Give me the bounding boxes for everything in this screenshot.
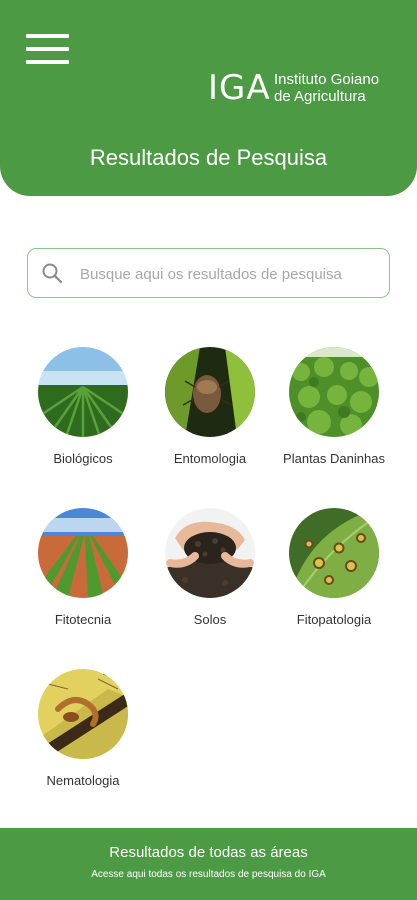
category-nematologia[interactable]: Nematologia — [23, 669, 143, 789]
logo-line-1: Instituto Goiano — [274, 71, 380, 88]
insect-icon — [165, 347, 255, 437]
weeds-icon — [289, 347, 379, 437]
category-label: Biológicos — [53, 451, 113, 466]
category-fitopatologia[interactable]: Fitopatologia — [274, 508, 394, 628]
crop-rows-icon — [38, 508, 128, 598]
category-entomologia[interactable]: Entomologia — [150, 347, 270, 467]
category-label: Solos — [193, 612, 227, 627]
search-input[interactable] — [78, 259, 382, 289]
menu-bar-middle — [26, 47, 69, 51]
app-header: IGA Instituto Goiano de Agricultura Resu… — [0, 0, 417, 196]
category-fitotecnia[interactable]: Fitotecnia — [23, 508, 143, 628]
page-title: Resultados de Pesquisa — [89, 145, 328, 170]
logo-text: Instituto Goiano de Agricultura — [274, 71, 379, 105]
category-plantas-daninhas[interactable]: Plantas Daninhas — [274, 347, 394, 467]
category-label: Fitotecnia — [54, 612, 112, 627]
iga-logo: IGA Instituto Goiano de Agricultura — [208, 71, 398, 107]
soil-icon — [165, 508, 255, 598]
all-areas-button[interactable]: Resultados de todas as áreas Acesse aqui… — [0, 828, 417, 900]
logo-mark: IGA — [208, 68, 271, 108]
category-label: Entomologia — [173, 451, 247, 466]
footer-title: Resultados de todas as áreas — [109, 844, 308, 861]
diseased-leaf-icon — [289, 508, 379, 598]
category-label: Fitopatologia — [296, 612, 372, 627]
logo-line-2: de Agricultura — [274, 88, 366, 105]
category-label: Plantas Daninhas — [283, 451, 385, 466]
hamburger-menu-button[interactable] — [26, 34, 70, 66]
category-label: Nematologia — [46, 773, 120, 788]
nematode-icon — [38, 669, 128, 759]
footer-subtitle: Acesse aqui todas os resultados de pesqu… — [91, 869, 326, 880]
search-icon — [42, 263, 63, 284]
crop-field-icon — [38, 347, 128, 437]
category-biologicos[interactable]: Biológicos — [23, 347, 143, 467]
category-solos[interactable]: Solos — [150, 508, 270, 628]
menu-bar-top — [26, 34, 69, 38]
search-box[interactable] — [27, 248, 390, 298]
menu-bar-bottom — [26, 60, 69, 64]
